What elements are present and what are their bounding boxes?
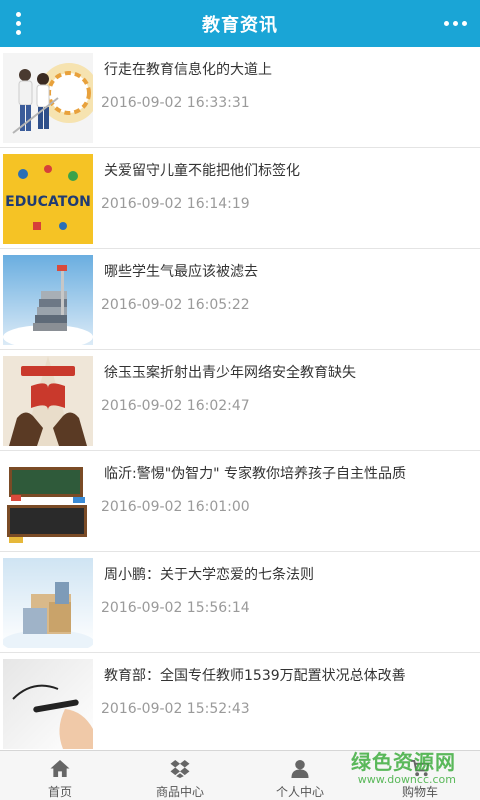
svg-text:EDUCATON: EDUCATON <box>5 194 91 210</box>
tab-home[interactable]: 首页 <box>0 751 120 800</box>
article-time: 2016-09-02 15:56:14 <box>101 600 250 616</box>
article-title[interactable]: 关爱留守儿童不能把他们标签化 <box>104 160 472 180</box>
menu-icon[interactable] <box>8 8 28 38</box>
article-time: 2016-09-02 16:02:47 <box>101 398 250 414</box>
books-image <box>3 255 93 345</box>
article-time: 2016-09-02 16:33:31 <box>101 95 250 111</box>
article-time: 2016-09-02 16:05:22 <box>101 297 250 313</box>
tab-products[interactable]: 商品中心 <box>120 751 240 800</box>
tab-label: 购物车 <box>401 785 438 799</box>
more-icon[interactable] <box>438 10 472 36</box>
chalkboard-image <box>3 457 93 547</box>
user-icon <box>291 759 309 778</box>
tab-cart[interactable]: 购物车 <box>360 751 480 800</box>
article-item[interactable]: 行走在教育信息化的大道上 2016-09-02 16:33:31 <box>0 47 480 148</box>
article-time: 2016-09-02 16:01:00 <box>101 499 250 515</box>
article-time: 2016-09-02 16:14:19 <box>101 196 250 212</box>
tab-profile[interactable]: 个人中心 <box>240 751 360 800</box>
tab-label: 首页 <box>47 785 72 799</box>
cart-icon <box>410 759 430 777</box>
tab-label: 个人中心 <box>275 785 324 799</box>
article-item[interactable]: EDUCATON 关爱留守儿童不能把他们标签化 2016-09-02 16:14… <box>0 148 480 249</box>
page-title: 教育资讯 <box>202 14 278 36</box>
article-list: 行走在教育信息化的大道上 2016-09-02 16:33:31 EDUCATO… <box>0 47 480 750</box>
article-time: 2016-09-02 15:52:43 <box>101 701 250 717</box>
home-icon <box>50 759 70 778</box>
article-item[interactable]: 哪些学生气最应该被滤去 2016-09-02 16:05:22 <box>0 249 480 350</box>
article-item[interactable]: 徐玉玉案折射出青少年网络安全教育缺失 2016-09-02 16:02:47 <box>0 350 480 451</box>
article-title[interactable]: 徐玉玉案折射出青少年网络安全教育缺失 <box>104 362 472 382</box>
students-image <box>3 53 93 143</box>
dropbox-icon <box>170 759 190 778</box>
tab-label: 商品中心 <box>155 785 204 799</box>
app-header: 教育资讯 <box>0 0 480 47</box>
article-title[interactable]: 行走在教育信息化的大道上 <box>104 59 472 79</box>
article-title[interactable]: 教育部：全国专任教师1539万配置状况总体改善 <box>104 665 472 685</box>
article-item[interactable]: 教育部：全国专任教师1539万配置状况总体改善 2016-09-02 15:52… <box>0 653 480 750</box>
article-item[interactable]: 临沂:警惕"伪智力" 专家教你培养孩子自主性品质 2016-09-02 16:0… <box>0 451 480 552</box>
hands-book-image <box>3 356 93 446</box>
article-title[interactable]: 哪些学生气最应该被滤去 <box>104 261 472 281</box>
article-title[interactable]: 临沂:警惕"伪智力" 专家教你培养孩子自主性品质 <box>104 463 472 483</box>
bottom-tabbar: 首页 商品中心 个人中心 购物车 <box>0 750 480 800</box>
article-item[interactable]: 周小鹏：关于大学恋爱的七条法则 2016-09-02 15:56:14 <box>0 552 480 653</box>
education-image: EDUCATON <box>3 154 93 244</box>
pen-writing-image <box>3 659 93 749</box>
article-title[interactable]: 周小鹏：关于大学恋爱的七条法则 <box>104 564 472 584</box>
stacked-books-image <box>3 558 93 648</box>
